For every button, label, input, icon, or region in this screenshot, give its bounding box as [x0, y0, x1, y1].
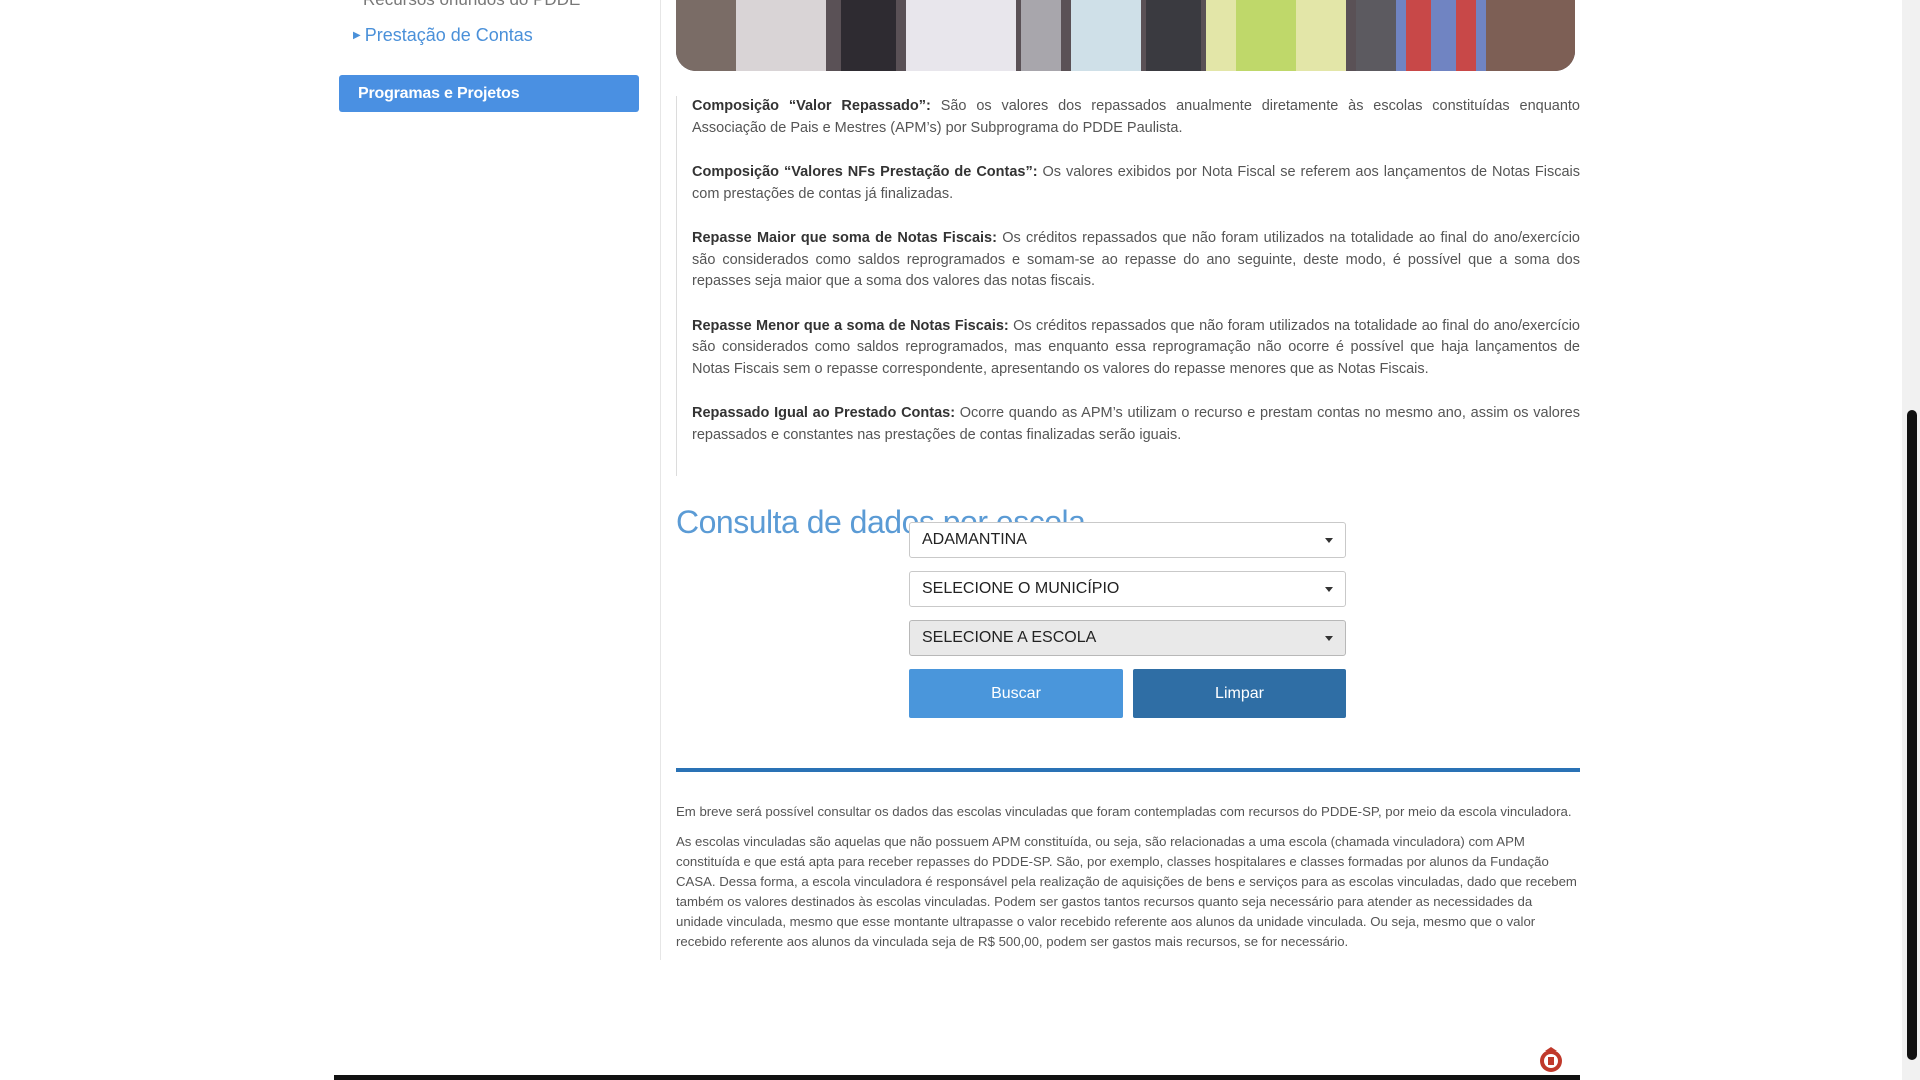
scrollbar-thumb[interactable] [1907, 410, 1917, 1060]
definitions-list: Composição “Valor Repassado”: São os val… [676, 96, 1580, 476]
definition-item: Composição “Valores NFs Prestação de Con… [692, 162, 1580, 205]
definition-item: Repasse Maior que soma de Notas Fiscais:… [692, 228, 1580, 293]
definition-term: Composição “Valor Repassado”: [692, 98, 931, 114]
note-paragraph: As escolas vinculadas são aquelas que nã… [676, 834, 1577, 949]
definition-term: Composição “Valores NFs Prestação de Con… [692, 164, 1038, 180]
municipio-select[interactable]: SELECIONE O MUNICÍPIO [909, 571, 1346, 607]
programas-projetos-button[interactable]: Programas e Projetos [339, 75, 639, 112]
chevron-down-icon [1325, 538, 1333, 543]
definition-term: Repassado Igual ao Prestado Contas: [692, 405, 956, 421]
escola-select[interactable]: SELECIONE A ESCOLA [909, 620, 1346, 656]
chevron-down-icon [1325, 587, 1333, 592]
hero-photo [676, 0, 1575, 71]
municipio-select-value: SELECIONE O MUNICÍPIO [922, 580, 1120, 597]
note-paragraph: Em breve será possível consultar os dado… [676, 804, 1572, 819]
sidebar-link-prestacao-contas[interactable]: ▶ Prestação de Contas [353, 25, 533, 46]
buscar-button[interactable]: Buscar [909, 669, 1123, 718]
diretoria-select-value: ADAMANTINA [922, 531, 1027, 548]
sidebar-link-recursos-pdde[interactable]: Recursos oriundos do PDDE [363, 0, 580, 10]
diretoria-select[interactable]: ADAMANTINA [909, 522, 1346, 558]
definition-term: Repasse Menor que a soma de Notas Fiscai… [692, 317, 1009, 334]
column-divider [660, 0, 661, 960]
definition-item: Repassado Igual ao Prestado Contas: Ocor… [692, 403, 1580, 446]
definition-term: Repasse Maior que soma de Notas Fiscais: [692, 230, 997, 246]
limpar-button[interactable]: Limpar [1133, 669, 1346, 718]
escola-select-value: SELECIONE A ESCOLA [922, 629, 1097, 646]
chevron-down-icon [1325, 636, 1333, 641]
state-crest-icon [1540, 1047, 1562, 1072]
scrollbar[interactable] [1902, 0, 1920, 1080]
sidebar: Recursos oriundos do PDDE ▶ Prestação de… [339, 0, 639, 960]
section-divider [676, 768, 1580, 772]
caret-right-icon: ▶ [353, 30, 361, 41]
definition-item: Composição “Valor Repassado”: São os val… [692, 96, 1580, 139]
sidebar-link-label: Prestação de Contas [364, 25, 533, 45]
footer-rule [334, 1075, 1580, 1080]
definition-item: Repasse Menor que a soma de Notas Fiscai… [692, 316, 1580, 381]
hero-photo-illustration [676, 0, 1575, 71]
